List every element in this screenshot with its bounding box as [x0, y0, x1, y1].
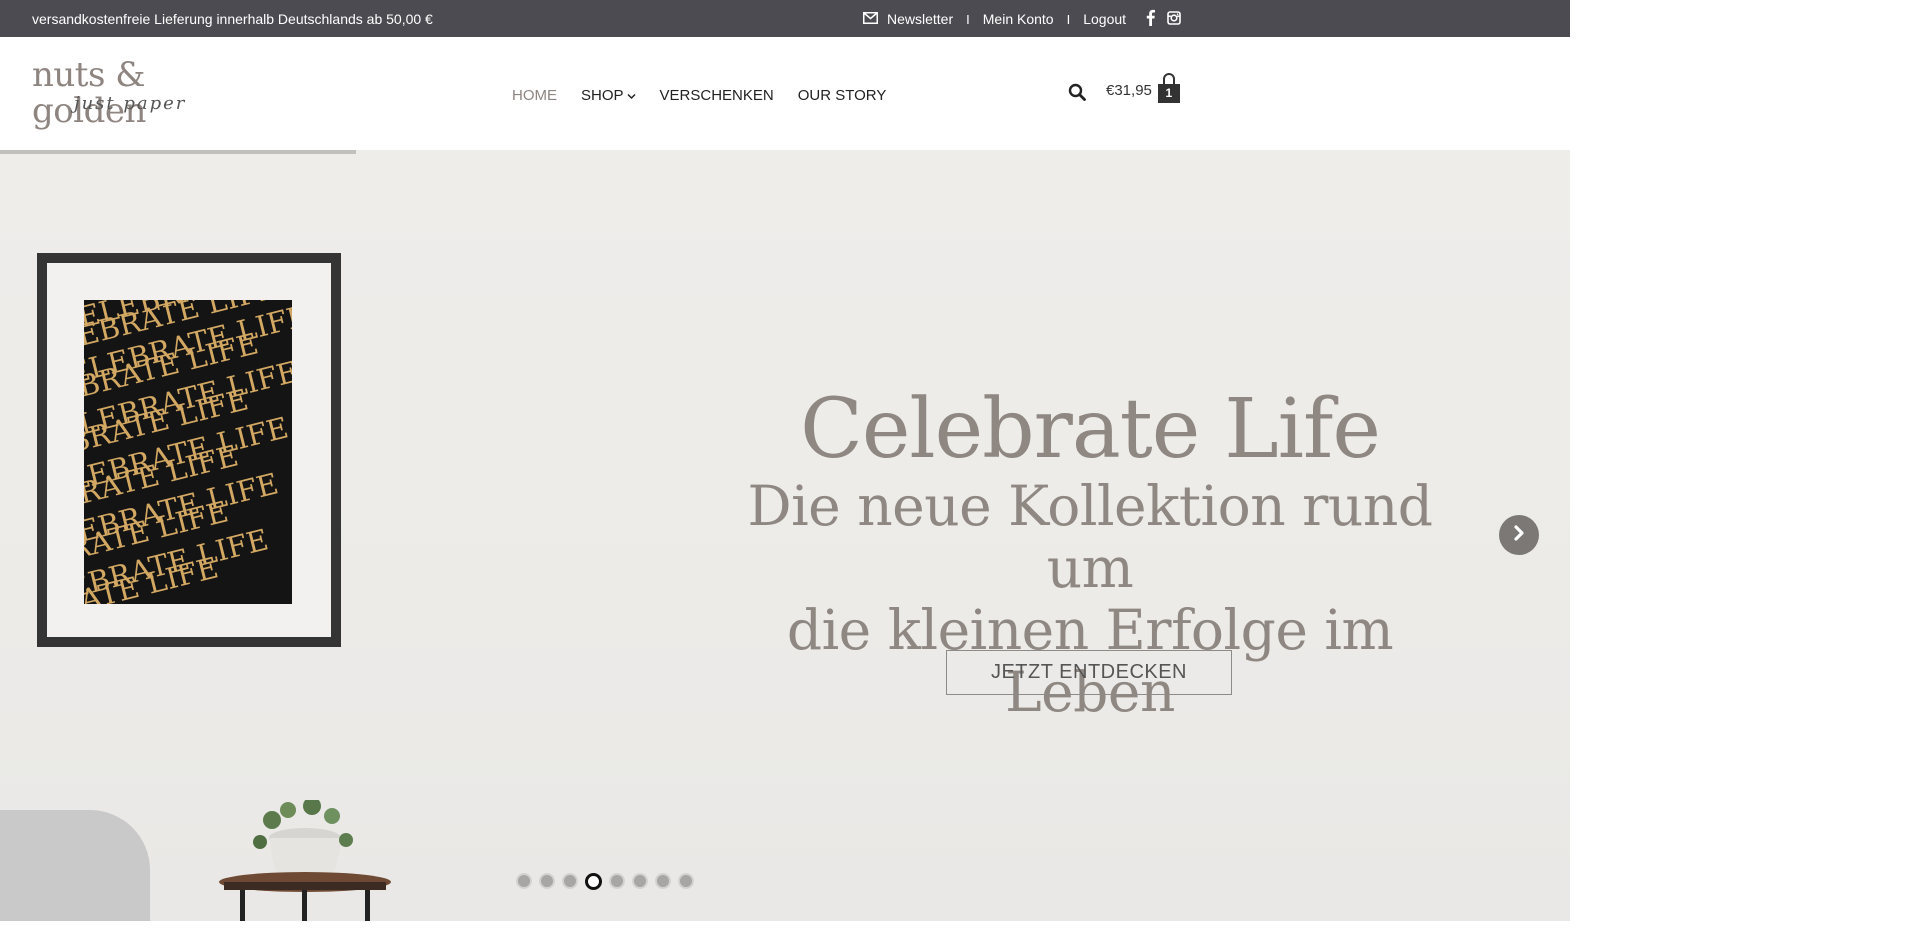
page: versandkostenfreie Lieferung innerhalb D… [0, 0, 1570, 944]
hero-title: Celebrate Life [800, 382, 1381, 477]
separator: I [966, 11, 970, 27]
chevron-down-icon [626, 87, 636, 104]
cart-total: €31,95 [1106, 82, 1152, 99]
mail-icon [863, 11, 878, 27]
chevron-right-icon [1512, 524, 1526, 546]
top-links: Newsletter I Mein Konto I Logout [863, 9, 1181, 29]
top-bar: versandkostenfreie Lieferung innerhalb D… [0, 0, 1570, 37]
poster-artwork: CELEBRATE LIFE CELEBRATE LIFE CELEBRATE … [84, 300, 292, 604]
slide-dot-3[interactable] [562, 873, 578, 889]
slide-dot-8[interactable] [678, 873, 694, 889]
nav-verschenken-label: VERSCHENKEN [659, 87, 774, 104]
next-slide-button[interactable] [1499, 515, 1539, 555]
slide-dot-1[interactable] [516, 873, 532, 889]
account-link[interactable]: Mein Konto [983, 11, 1054, 27]
nav-home-label: HOME [512, 87, 557, 104]
facebook-icon[interactable] [1146, 9, 1156, 29]
main-nav: HOME SHOP VERSCHENKEN OUR STORY [512, 87, 886, 104]
plant-on-stool-illustration [219, 800, 391, 921]
slide-dot-2[interactable] [539, 873, 555, 889]
poster-pattern: CELEBRATE LIFE CELEBRATE LIFE CELEBRATE … [84, 300, 292, 604]
slide-dot-6[interactable] [632, 873, 648, 889]
slide-dot-4-active[interactable] [585, 873, 602, 890]
site-header: nuts & golden just paper HOME SHOP VERSC… [0, 37, 1570, 150]
slide-progress-bar [0, 150, 356, 154]
shopping-bag-icon: 1 [1157, 73, 1180, 103]
search-icon[interactable] [1068, 83, 1086, 106]
logo-tagline: just paper [74, 93, 187, 114]
blanket-decoration [0, 810, 150, 921]
cart-count-badge: 1 [1165, 86, 1173, 100]
separator: I [1066, 11, 1071, 27]
slide-dot-5[interactable] [609, 873, 625, 889]
shipping-notice: versandkostenfreie Lieferung innerhalb D… [32, 11, 433, 27]
cart-button[interactable]: €31,95 1 [1106, 73, 1180, 103]
nav-our-story[interactable]: OUR STORY [798, 87, 887, 104]
logout-link[interactable]: Logout [1083, 11, 1126, 27]
nav-verschenken[interactable]: VERSCHENKEN [660, 87, 774, 104]
slide-dot-7[interactable] [655, 873, 671, 889]
slide-pagination [516, 873, 694, 890]
poster-mat: CELEBRATE LIFE CELEBRATE LIFE CELEBRATE … [47, 263, 331, 637]
instagram-icon[interactable] [1167, 10, 1181, 28]
nav-our-story-label: OUR STORY [797, 87, 887, 104]
discover-button[interactable]: JETZT ENTDECKEN [946, 650, 1232, 695]
newsletter-link[interactable]: Newsletter [887, 11, 953, 27]
hero-subtitle-line1: Die neue Kollektion rund um [747, 474, 1433, 600]
hero-slider: CELEBRATE LIFE CELEBRATE LIFE CELEBRATE … [0, 150, 1570, 921]
nav-shop[interactable]: SHOP [581, 87, 636, 104]
nav-home[interactable]: HOME [512, 87, 557, 104]
social-links [1146, 9, 1181, 29]
nav-shop-label: SHOP [581, 87, 624, 104]
poster-frame: CELEBRATE LIFE CELEBRATE LIFE CELEBRATE … [37, 253, 341, 647]
logo[interactable]: nuts & golden just paper [32, 57, 232, 129]
